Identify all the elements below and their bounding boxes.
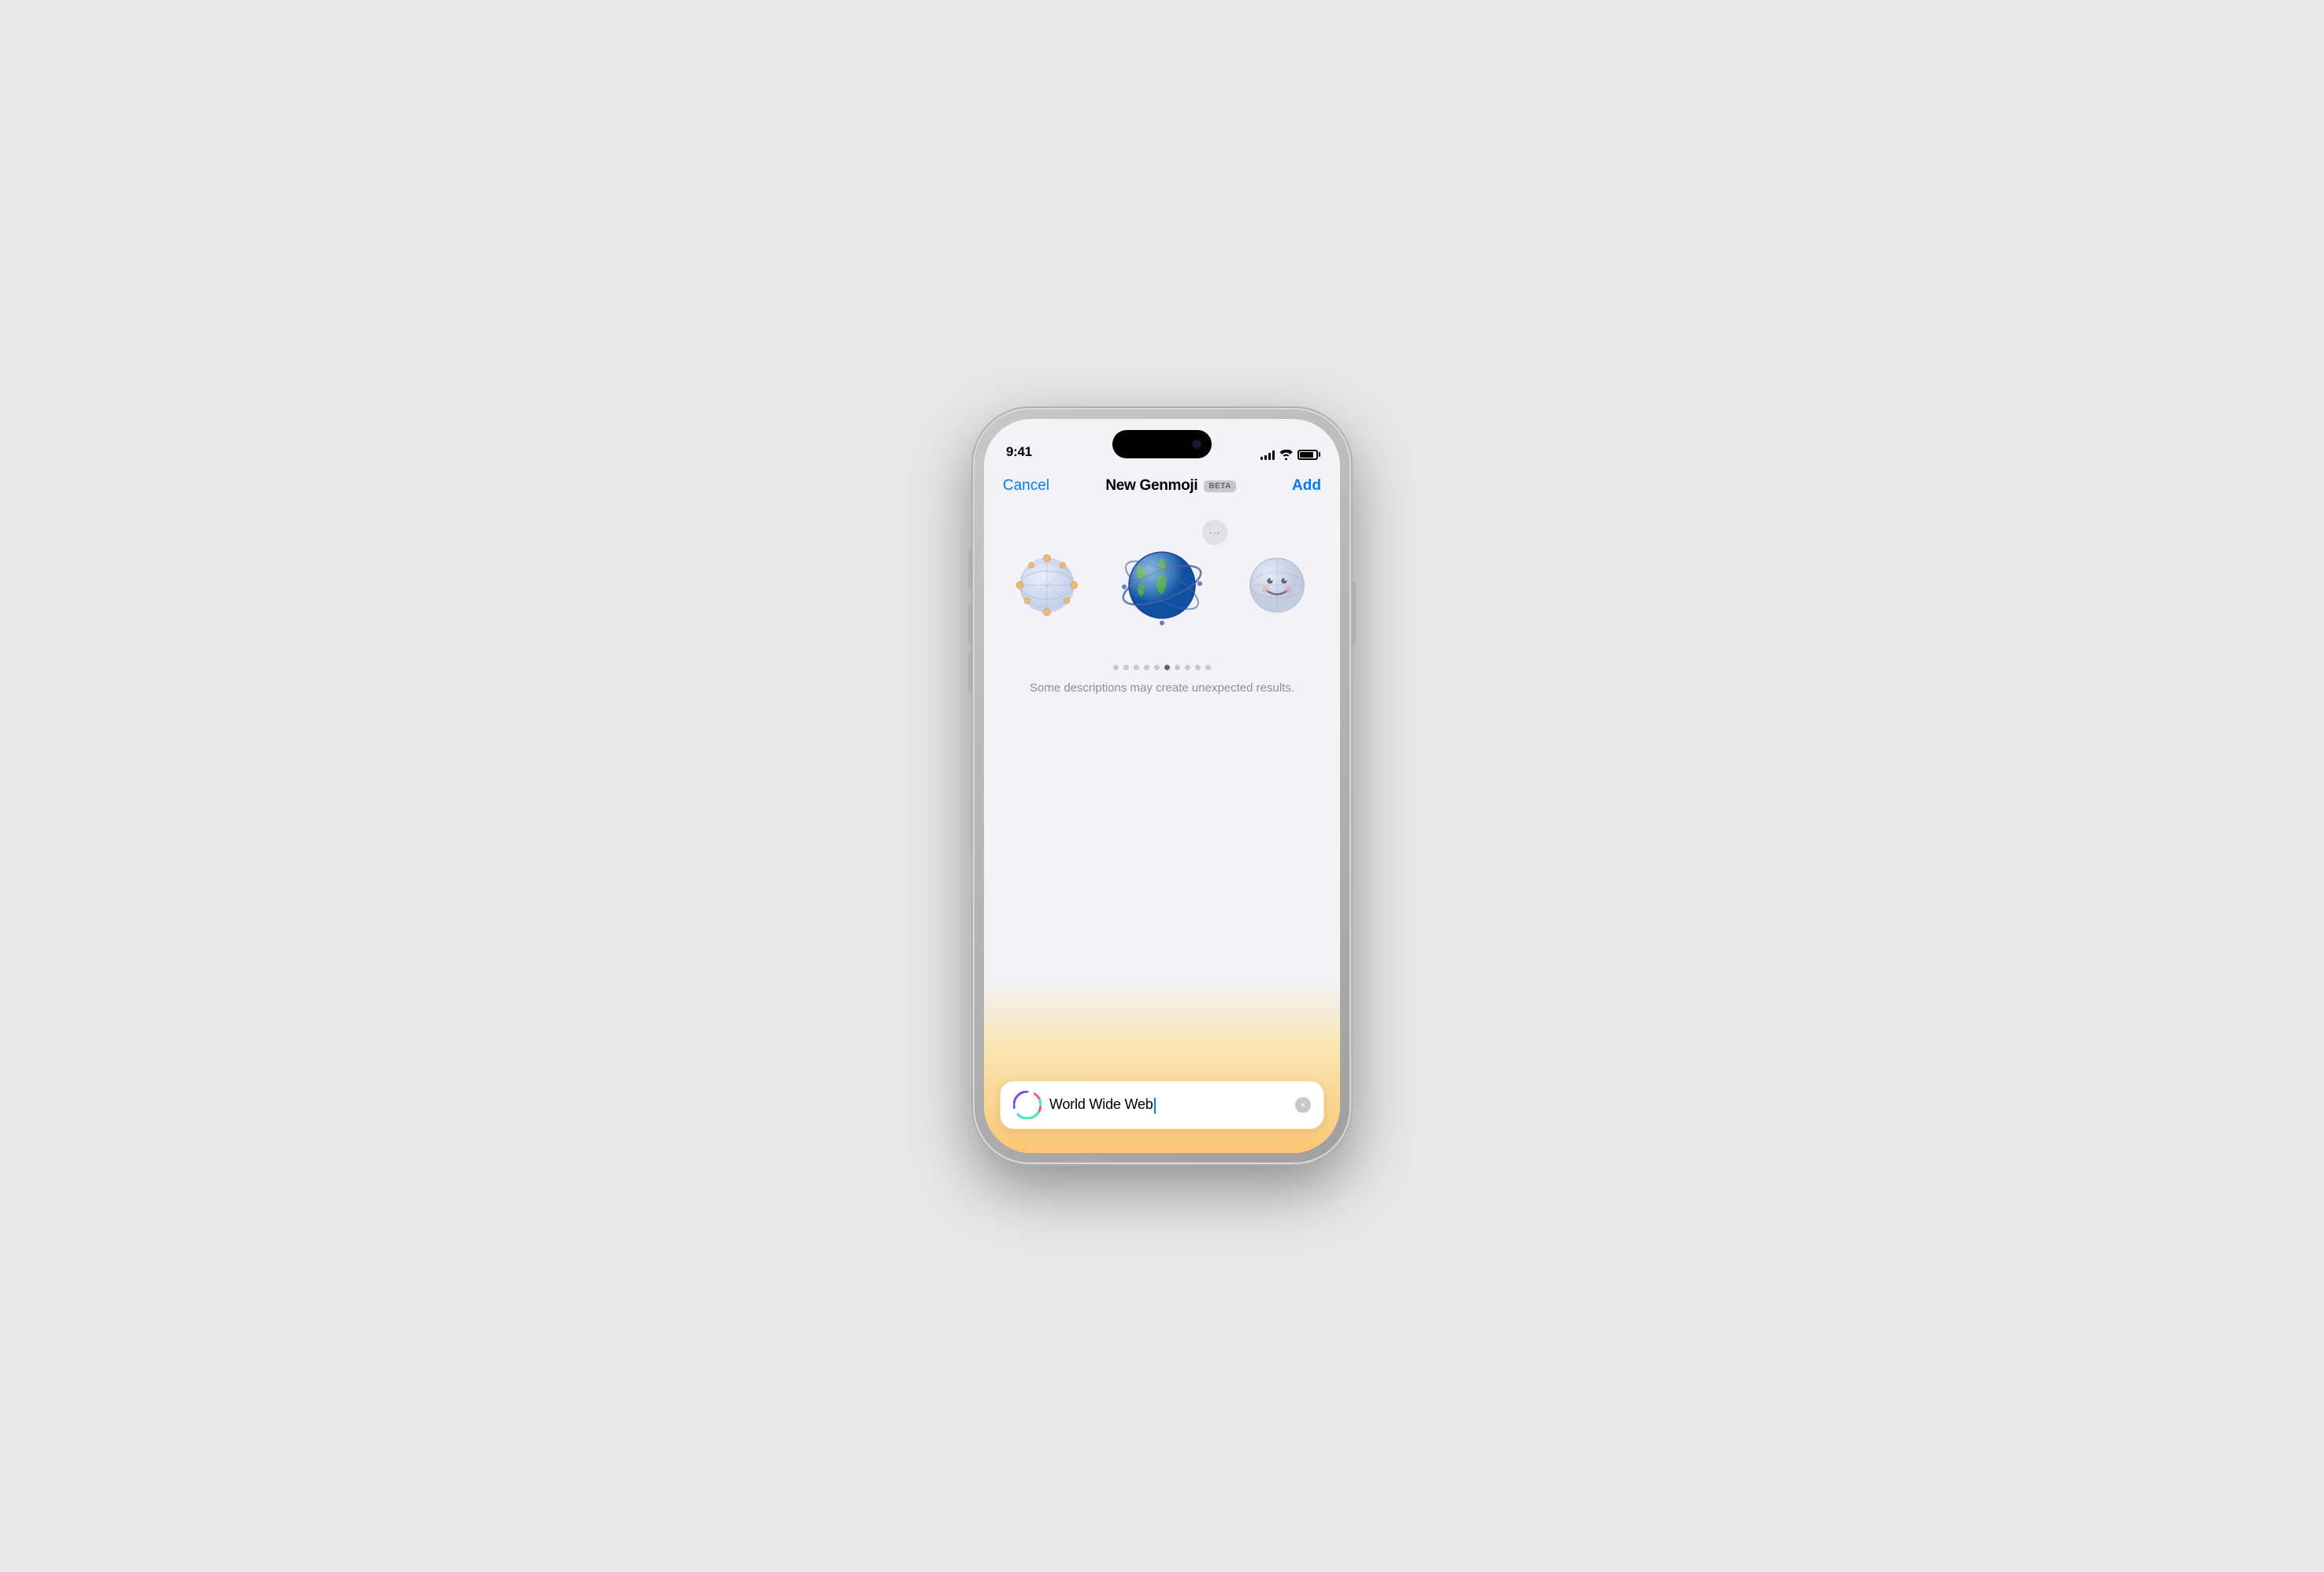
emoji-carousel: ··· [984, 518, 1340, 652]
nav-title-wrapper: New Genmoji BETA [1105, 477, 1236, 495]
beta-badge: BETA [1204, 480, 1235, 492]
search-input-text: World Wide Web [1049, 1096, 1289, 1113]
clear-search-button[interactable]: × [1295, 1097, 1311, 1113]
wifi-icon [1279, 450, 1293, 460]
page-dot-1[interactable] [1113, 665, 1119, 670]
dynamic-island [1112, 430, 1212, 458]
phone-screen: 9:41 [984, 419, 1340, 1153]
battery-icon [1298, 450, 1318, 460]
page-dot-7[interactable] [1175, 665, 1180, 670]
genmoji-search-icon [1013, 1091, 1041, 1119]
signal-bar-3 [1268, 453, 1271, 460]
emoji-item-right[interactable] [1234, 542, 1320, 628]
page-title: New Genmoji [1105, 477, 1197, 495]
more-options-button[interactable]: ··· [1202, 520, 1227, 545]
phone-frame-wrapper: 9:41 [973, 408, 1351, 1164]
content-area: Cancel New Genmoji BETA Add [984, 465, 1340, 1153]
search-value: World Wide Web [1049, 1096, 1153, 1112]
page-dot-2[interactable] [1123, 665, 1129, 670]
battery-fill [1300, 452, 1313, 458]
page-dot-8[interactable] [1185, 665, 1190, 670]
navigation-bar: Cancel New Genmoji BETA Add [984, 465, 1340, 502]
signal-bar-4 [1272, 450, 1275, 460]
world-globe-icon [1115, 538, 1209, 632]
signal-bar-1 [1260, 457, 1263, 460]
globe-face-icon [1242, 550, 1312, 621]
emoji-carousel-section: ··· [984, 502, 1340, 720]
page-dot-9[interactable] [1195, 665, 1201, 670]
emoji-item-center[interactable]: ··· [1103, 526, 1221, 644]
status-right [1260, 449, 1318, 460]
camera-dot [1193, 440, 1201, 448]
phone-frame: 9:41 [973, 408, 1351, 1164]
emoji-item-left[interactable] [1004, 542, 1090, 628]
search-input-wrapper[interactable]: World Wide Web × [1000, 1081, 1324, 1129]
status-time: 9:41 [1006, 444, 1032, 460]
page-dot-5[interactable] [1154, 665, 1160, 670]
page-dot-6[interactable] [1164, 665, 1170, 670]
page-dot-4[interactable] [1144, 665, 1149, 670]
page-dot-3[interactable] [1134, 665, 1139, 670]
signal-bars-icon [1260, 449, 1275, 460]
signal-bar-2 [1264, 455, 1267, 460]
pagination-dots [984, 665, 1340, 670]
page-dot-10[interactable] [1205, 665, 1211, 670]
text-cursor [1154, 1098, 1156, 1114]
warning-text: Some descriptions may create unexpected … [984, 680, 1340, 696]
add-button[interactable]: Add [1292, 477, 1321, 495]
bottom-area: World Wide Web × [984, 980, 1340, 1153]
lattice-globe-icon [1012, 550, 1082, 621]
cancel-button[interactable]: Cancel [1003, 477, 1049, 495]
